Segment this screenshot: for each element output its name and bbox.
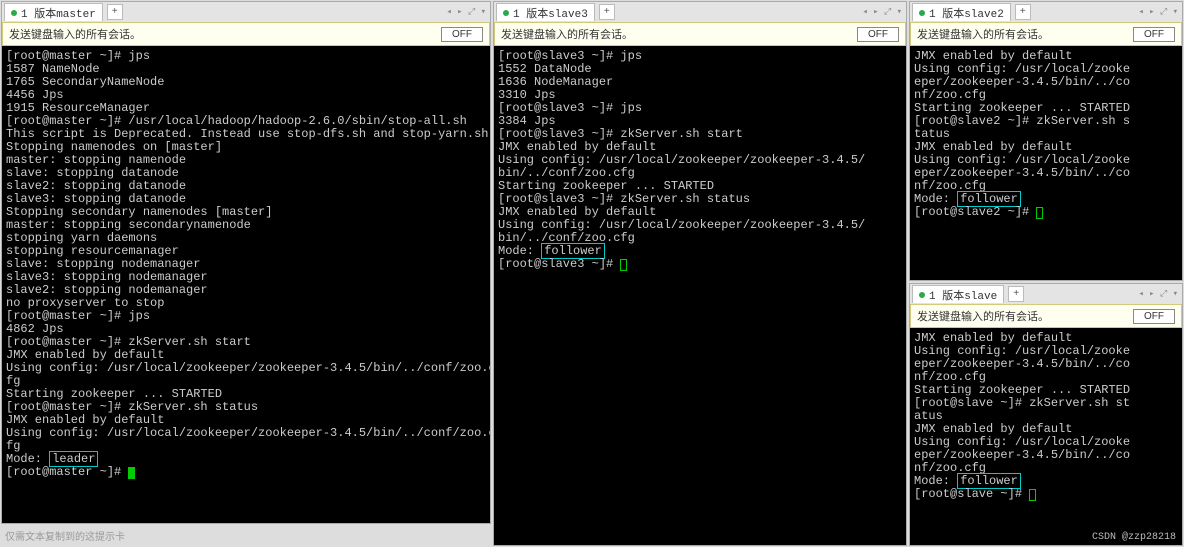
broadcast-bar: 发送键盘输入的所有会话。 OFF: [910, 304, 1182, 328]
tab-slave2[interactable]: 1 版本slave2: [912, 3, 1011, 21]
terminal-output: JMX enabled by default Using config: /us…: [914, 331, 1130, 475]
mode-label: Mode:: [914, 474, 957, 488]
tab-controls[interactable]: ◂ ▸ ⤢ ▾: [123, 7, 490, 17]
tab-bar: 1 版本slave2 + ◂ ▸ ⤢ ▾: [910, 2, 1182, 22]
terminal-slave2[interactable]: JMX enabled by default Using config: /us…: [910, 46, 1182, 280]
mode-label: Mode:: [6, 452, 49, 466]
broadcast-text: 发送键盘输入的所有会话。: [917, 26, 1049, 42]
terminal-slave[interactable]: JMX enabled by default Using config: /us…: [910, 328, 1182, 545]
broadcast-text: 发送键盘输入的所有会话。: [9, 26, 141, 42]
tab-label: 1 版本slave3: [513, 5, 588, 21]
broadcast-bar: 发送键盘输入的所有会话。 OFF: [494, 22, 906, 46]
tab-master[interactable]: 1 版本master: [4, 3, 103, 21]
broadcast-text: 发送键盘输入的所有会话。: [917, 308, 1049, 324]
pane-slave2: 1 版本slave2 + ◂ ▸ ⤢ ▾ 发送键盘输入的所有会话。 OFF JM…: [909, 1, 1183, 281]
pane-slave: 1 版本slave + ◂ ▸ ⤢ ▾ 发送键盘输入的所有会话。 OFF JMX…: [909, 283, 1183, 546]
control-icons: ◂ ▸ ⤢ ▾: [1138, 289, 1178, 299]
tab-label: 1 版本master: [21, 5, 96, 21]
cursor-icon: [620, 259, 627, 271]
off-button[interactable]: OFF: [857, 27, 899, 42]
control-icons: ◂ ▸ ⤢ ▾: [1138, 7, 1178, 17]
status-footer: 仅需文本复制到的这提示卡: [1, 526, 491, 546]
add-tab-button[interactable]: +: [599, 4, 615, 20]
tab-label: 1 版本slave2: [929, 5, 1004, 21]
tab-label: 1 版本slave: [929, 287, 997, 303]
status-dot-icon: [503, 10, 509, 16]
tab-bar: 1 版本slave3 + ◂ ▸ ⤢ ▾: [494, 2, 906, 22]
broadcast-bar: 发送键盘输入的所有会话。 OFF: [910, 22, 1182, 46]
watermark: CSDN @zzp28218: [1092, 532, 1176, 543]
tab-controls[interactable]: ◂ ▸ ⤢ ▾: [615, 7, 906, 17]
tab-bar: 1 版本slave + ◂ ▸ ⤢ ▾: [910, 284, 1182, 304]
tab-bar: 1 版本master + ◂ ▸ ⤢ ▾: [2, 2, 490, 22]
cursor-icon: [1029, 489, 1036, 501]
off-button[interactable]: OFF: [441, 27, 483, 42]
add-tab-button[interactable]: +: [107, 4, 123, 20]
off-button[interactable]: OFF: [1133, 309, 1175, 324]
status-dot-icon: [919, 10, 925, 16]
control-icons: ◂ ▸ ⤢ ▾: [446, 7, 486, 17]
status-dot-icon: [919, 292, 925, 298]
tab-controls[interactable]: ◂ ▸ ⤢ ▾: [1024, 289, 1182, 299]
terminal-output: [root@master ~]# jps 1587 NameNode 1765 …: [6, 49, 490, 453]
terminal-output: JMX enabled by default Using config: /us…: [914, 49, 1130, 193]
add-tab-button[interactable]: +: [1015, 4, 1031, 20]
terminal-master[interactable]: [root@master ~]# jps 1587 NameNode 1765 …: [2, 46, 490, 523]
terminal-output: [root@slave3 ~]# jps 1552 DataNode 1636 …: [498, 49, 865, 245]
prompt: [root@master ~]#: [6, 465, 128, 479]
status-dot-icon: [11, 10, 17, 16]
pane-master: 1 版本master + ◂ ▸ ⤢ ▾ 发送键盘输入的所有会话。 OFF [r…: [1, 1, 491, 524]
prompt: [root@slave3 ~]#: [498, 257, 620, 271]
add-tab-button[interactable]: +: [1008, 286, 1024, 302]
tab-controls[interactable]: ◂ ▸ ⤢ ▾: [1031, 7, 1182, 17]
cursor-icon: [128, 467, 135, 479]
broadcast-text: 发送键盘输入的所有会话。: [501, 26, 633, 42]
off-button[interactable]: OFF: [1133, 27, 1175, 42]
broadcast-bar: 发送键盘输入的所有会话。 OFF: [2, 22, 490, 46]
footer-text: 仅需文本复制到的这提示卡: [5, 528, 125, 544]
terminal-slave3[interactable]: [root@slave3 ~]# jps 1552 DataNode 1636 …: [494, 46, 906, 545]
mode-label: Mode:: [498, 244, 541, 258]
tab-slave3[interactable]: 1 版本slave3: [496, 3, 595, 21]
cursor-icon: [1036, 207, 1043, 219]
control-icons: ◂ ▸ ⤢ ▾: [862, 7, 902, 17]
mode-label: Mode:: [914, 192, 957, 206]
prompt: [root@slave ~]#: [914, 487, 1029, 501]
prompt: [root@slave2 ~]#: [914, 205, 1036, 219]
pane-slave3: 1 版本slave3 + ◂ ▸ ⤢ ▾ 发送键盘输入的所有会话。 OFF [r…: [493, 1, 907, 546]
tab-slave[interactable]: 1 版本slave: [912, 285, 1004, 303]
